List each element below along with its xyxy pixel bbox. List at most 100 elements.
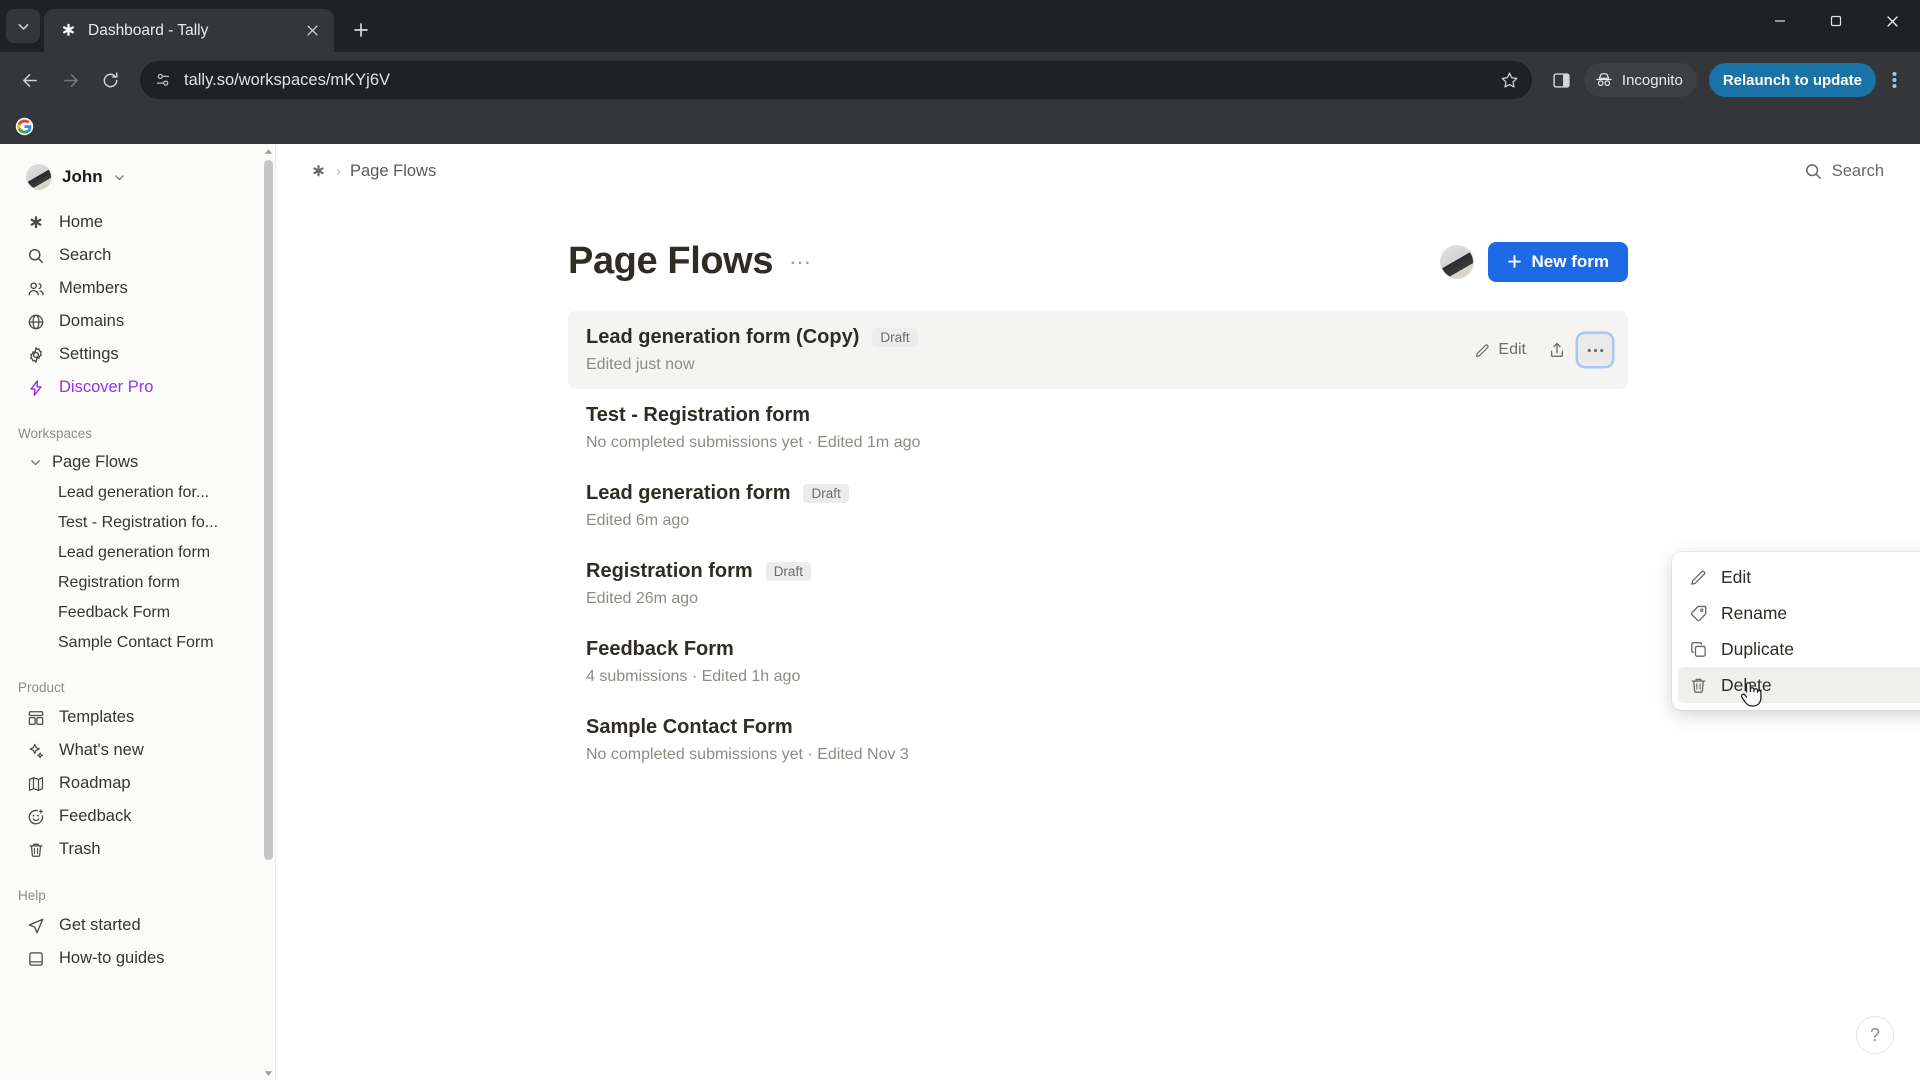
form-row[interactable]: Sample Contact Form No completed submiss… [568, 701, 1628, 779]
status-badge: Draft [803, 484, 849, 503]
gear-icon [26, 345, 46, 365]
page-header: Page Flows ··· New form [568, 198, 1628, 311]
form-title: Test - Registration form [586, 404, 811, 426]
templates-icon [26, 708, 46, 728]
sidebar-item-roadmap[interactable]: Roadmap [8, 767, 267, 800]
browser-toolbar: tally.so/workspaces/mKYj6V Incognito Rel… [0, 52, 1920, 108]
plus-icon [1507, 254, 1522, 269]
user-workspace-switcher[interactable]: John [8, 158, 267, 196]
google-icon[interactable] [10, 112, 38, 140]
sidebar-form-item[interactable]: Registration form [8, 568, 267, 598]
tab-strip: Dashboard - Tally [0, 0, 1920, 52]
trash-icon [26, 840, 46, 860]
workspace-avatar[interactable] [1439, 244, 1474, 279]
breadcrumb-current[interactable]: Page Flows [350, 162, 436, 181]
form-row[interactable]: Lead generation form Draft Edited 6m ago [568, 467, 1628, 545]
form-title: Lead generation form (Copy) [586, 326, 860, 348]
sidebar-item-domains[interactable]: Domains [8, 305, 267, 338]
form-title: Sample Contact Form [586, 716, 793, 738]
sidebar-item-templates[interactable]: Templates [8, 701, 267, 734]
three-dots-vertical-icon[interactable] [1880, 62, 1908, 98]
new-form-button[interactable]: New form [1487, 241, 1628, 282]
form-row[interactable]: Registration form Draft Edited 26m ago [568, 545, 1628, 623]
form-title: Lead generation form [586, 482, 791, 504]
form-row-actions: Edit [1464, 334, 1612, 366]
form-meta: No completed submissions yet · Edited No… [586, 746, 909, 763]
sidebar-item-settings[interactable]: Settings [8, 338, 267, 371]
sidebar-item-feedback[interactable]: Feedback [8, 800, 267, 833]
minimize-icon[interactable] [1752, 0, 1808, 42]
address-bar[interactable]: tally.so/workspaces/mKYj6V [140, 61, 1532, 99]
sidebar-workspace-page-flows[interactable]: Page Flows [8, 447, 267, 478]
window-controls [1752, 0, 1920, 52]
form-row[interactable]: Feedback Form 4 submissions · Edited 1h … [568, 623, 1628, 701]
back-arrow-icon[interactable] [12, 62, 48, 98]
sidebar: John Home Search Members Domains Setting… [0, 144, 276, 1080]
form-title: Registration form [586, 560, 753, 582]
reload-icon[interactable] [92, 62, 128, 98]
sidebar-scrollbar[interactable] [261, 144, 275, 1080]
bookmark-star-icon[interactable] [1494, 64, 1526, 96]
form-more-button[interactable] [1578, 334, 1612, 366]
url-text: tally.so/workspaces/mKYj6V [184, 70, 391, 89]
page-title: Page Flows [568, 240, 774, 282]
share-icon[interactable] [1540, 334, 1574, 366]
sidebar-item-discover-pro[interactable]: Discover Pro [8, 371, 267, 404]
scroll-up-arrow-icon[interactable] [261, 144, 275, 158]
asterisk-icon[interactable] [310, 163, 327, 180]
chevron-down-icon[interactable] [26, 456, 44, 469]
sidebar-section-workspaces: Workspaces [18, 426, 93, 441]
sidebar-form-item[interactable]: Test - Registration fo... [8, 508, 267, 538]
edit-button[interactable]: Edit [1464, 334, 1536, 366]
close-icon[interactable] [300, 19, 324, 43]
sidebar-item-label: Trash [59, 840, 101, 858]
help-label: ? [1869, 1024, 1880, 1045]
sidebar-item-how-to-guides[interactable]: How-to guides [8, 942, 267, 975]
lightning-icon [26, 378, 46, 398]
context-menu-item-delete[interactable]: Delete [1678, 667, 1920, 703]
form-meta: Edited 6m ago [586, 512, 690, 529]
sidebar-item-whats-new[interactable]: What's new [8, 734, 267, 767]
sidebar-item-home[interactable]: Home [8, 206, 267, 239]
maximize-icon[interactable] [1808, 0, 1864, 42]
sidebar-section-product: Product [18, 680, 65, 695]
status-badge: Draft [872, 328, 918, 347]
sidebar-item-get-started[interactable]: Get started [8, 909, 267, 942]
sidebar-workspace-label: Page Flows [52, 453, 139, 471]
sidebar-form-item[interactable]: Feedback Form [8, 598, 267, 628]
breadcrumb: › Page Flows [310, 162, 436, 181]
help-button[interactable]: ? [1856, 1016, 1894, 1054]
form-row[interactable]: Lead generation form (Copy) Draft Edited… [568, 311, 1628, 389]
context-menu-item-duplicate[interactable]: Duplicate [1678, 631, 1920, 667]
context-menu-label: Edit [1721, 566, 1752, 587]
copy-icon [1688, 639, 1708, 659]
new-form-label: New form [1531, 251, 1609, 271]
context-menu-item-edit[interactable]: Edit [1678, 559, 1920, 595]
tab-search-button[interactable] [6, 9, 40, 43]
forward-arrow-icon[interactable] [52, 62, 88, 98]
sidebar-item-label: Templates [59, 708, 135, 726]
site-settings-icon[interactable] [154, 71, 172, 89]
sidebar-item-search[interactable]: Search [8, 239, 267, 272]
new-tab-button[interactable] [344, 13, 378, 47]
context-menu-label: Duplicate [1721, 638, 1794, 659]
sidebar-item-trash[interactable]: Trash [8, 833, 267, 866]
relaunch-to-update-button[interactable]: Relaunch to update [1708, 63, 1876, 97]
incognito-indicator[interactable]: Incognito [1583, 63, 1697, 97]
search-button[interactable]: Search [1794, 156, 1894, 187]
side-panel-icon[interactable] [1544, 62, 1580, 98]
sidebar-item-label: What's new [59, 741, 144, 759]
sidebar-form-item[interactable]: Lead generation for... [8, 478, 267, 508]
form-row[interactable]: Test - Registration form No completed su… [568, 389, 1628, 467]
sidebar-item-members[interactable]: Members [8, 272, 267, 305]
scrollbar-thumb[interactable] [264, 160, 273, 860]
scroll-down-arrow-icon[interactable] [261, 1066, 275, 1080]
window-close-icon[interactable] [1864, 0, 1920, 42]
sidebar-form-item[interactable]: Sample Contact Form [8, 628, 267, 658]
relaunch-label: Relaunch to update [1722, 71, 1862, 89]
sidebar-form-item[interactable]: Lead generation form [8, 538, 267, 568]
three-dots-icon[interactable]: ··· [789, 250, 811, 273]
context-menu-item-rename[interactable]: Rename [1678, 595, 1920, 631]
sidebar-item-label: Discover Pro [59, 378, 154, 396]
browser-tab[interactable]: Dashboard - Tally [44, 9, 334, 52]
